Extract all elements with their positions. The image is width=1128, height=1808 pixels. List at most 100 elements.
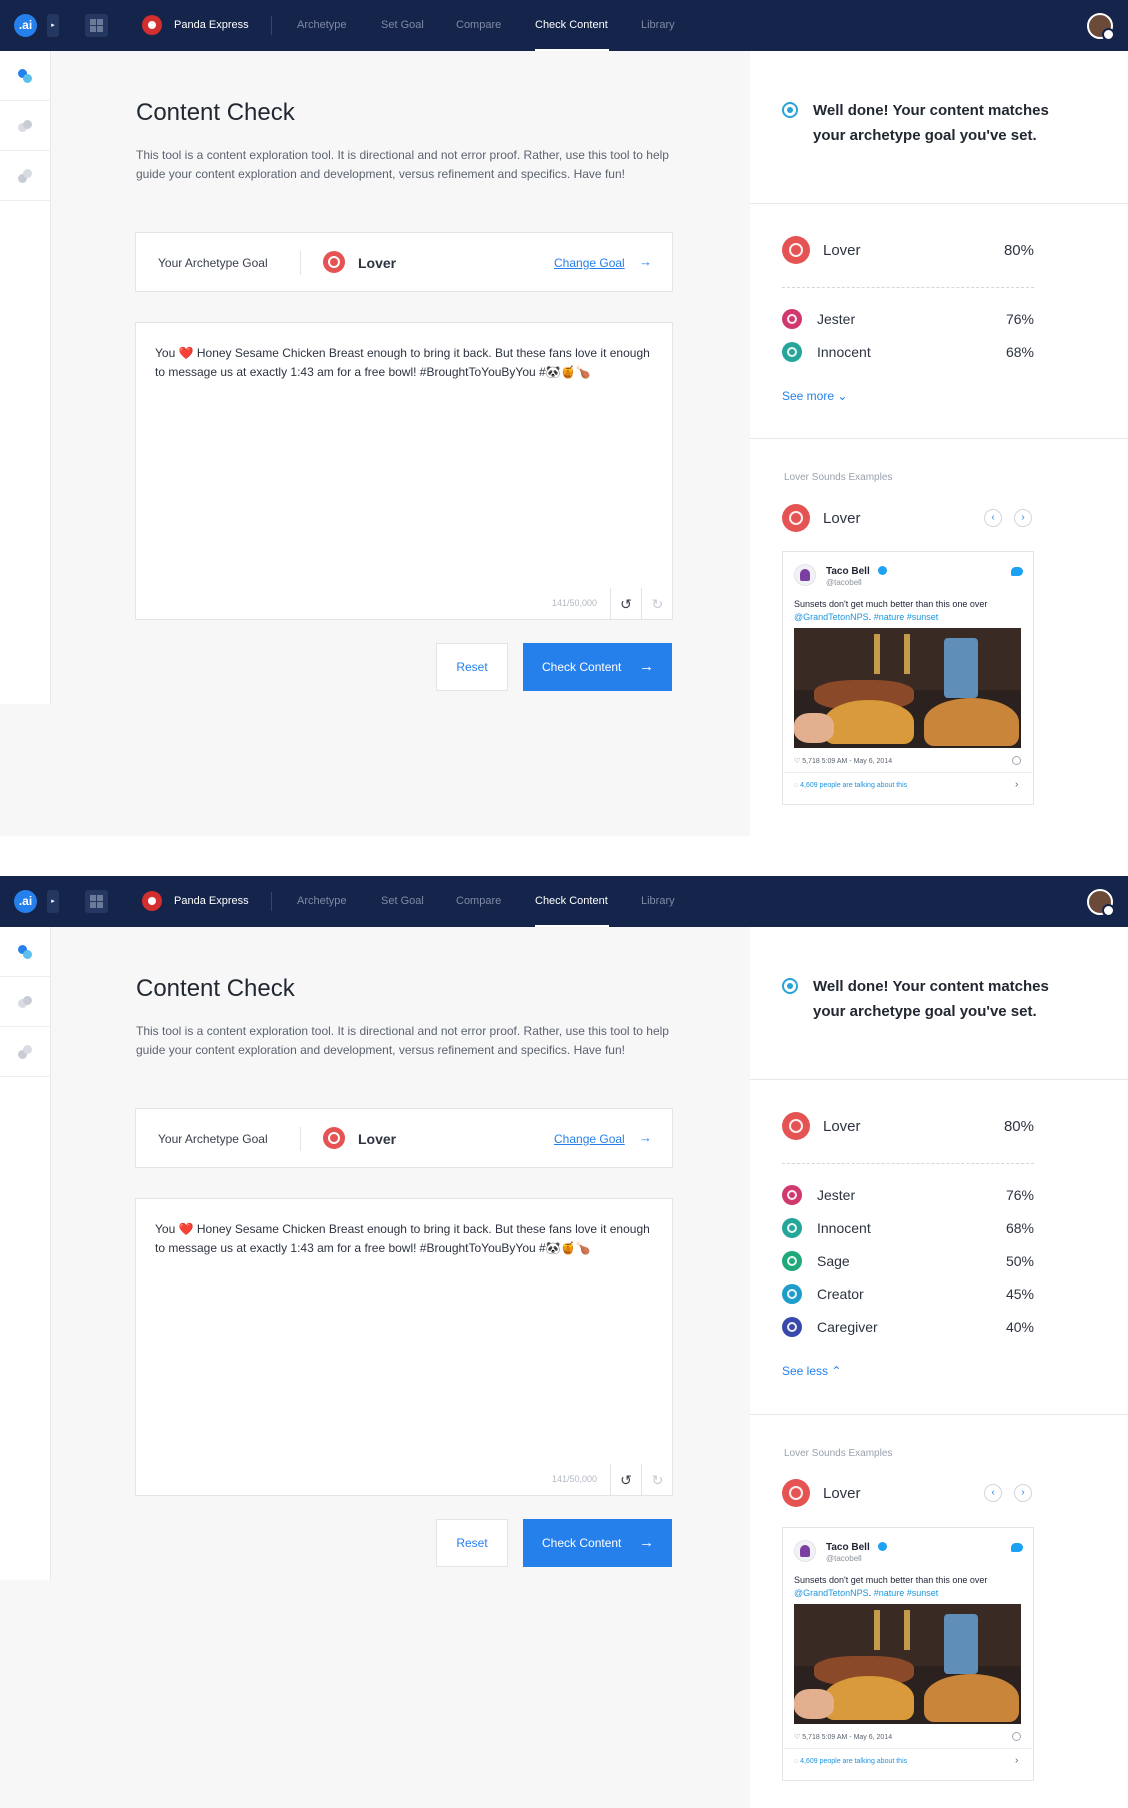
tweet-talking[interactable]: ◌ 4,609 people are talking about this xyxy=(794,782,907,789)
redo-icon[interactable]: ↻ xyxy=(641,1464,673,1496)
tweet-talking-label: 4,609 people are talking about this xyxy=(800,782,908,789)
check-content-button[interactable]: Check Content → xyxy=(523,1519,672,1567)
rail-item-compare[interactable] xyxy=(0,101,51,151)
lover-icon xyxy=(323,251,345,273)
see-more-link[interactable]: See more ⌄ xyxy=(782,389,847,403)
rail-item-library[interactable] xyxy=(0,151,51,201)
lover-icon xyxy=(782,236,810,264)
target-icon xyxy=(782,978,798,994)
logo-icon[interactable]: .ai xyxy=(14,890,37,913)
check-content-label: Check Content xyxy=(542,1536,622,1550)
chevron-right-icon[interactable]: › xyxy=(1014,509,1032,527)
grid-icon[interactable] xyxy=(85,890,108,913)
verified-icon xyxy=(878,1542,887,1551)
avatar[interactable] xyxy=(1087,889,1115,917)
grid-icon[interactable] xyxy=(85,14,108,37)
score-value-caregiver: 40% xyxy=(1005,1319,1034,1335)
logo-icon[interactable]: .ai xyxy=(14,14,37,37)
arrow-right-icon[interactable]: → xyxy=(639,254,652,269)
arrow-right-icon[interactable]: → xyxy=(639,1130,652,1145)
goal-name: Lover xyxy=(358,255,397,271)
nav-compare[interactable]: Compare xyxy=(456,19,501,31)
nav-check-content[interactable]: Check Content xyxy=(535,895,608,907)
nav-archetype[interactable]: Archetype xyxy=(297,895,347,907)
nav-library[interactable]: Library xyxy=(641,895,675,907)
arrow-right-icon: → xyxy=(639,1534,654,1551)
redo-icon[interactable]: ↻ xyxy=(641,588,673,620)
target-icon xyxy=(782,102,798,118)
score-divider xyxy=(782,1163,1034,1164)
twitter-bird-icon xyxy=(1011,1543,1023,1552)
score-name-caregiver: Caregiver xyxy=(817,1319,878,1335)
verified-icon xyxy=(878,566,887,575)
tweet-meta: ♡ 5,718 5:09 AM - May 6, 2014 xyxy=(794,758,893,765)
tweet-hashtags[interactable]: #nature #sunset xyxy=(874,612,939,622)
brand-name[interactable]: Panda Express xyxy=(174,19,249,31)
tweet-handle: @tacobell xyxy=(826,1554,862,1563)
chevron-right-icon[interactable]: › xyxy=(1015,779,1018,790)
tweet-mention[interactable]: @GrandTetonNPS xyxy=(794,1588,869,1598)
lover-icon xyxy=(782,1112,810,1140)
content-text[interactable]: You ❤️ Honey Sesame Chicken Breast enoug… xyxy=(155,1220,655,1258)
brand-name[interactable]: Panda Express xyxy=(174,895,249,907)
lover-icon xyxy=(323,1127,345,1149)
nav-active-indicator xyxy=(535,925,609,927)
change-goal-link[interactable]: Change Goal xyxy=(554,1132,625,1146)
jester-icon xyxy=(782,309,802,329)
panel-divider xyxy=(750,1079,1128,1080)
logo-menu-button[interactable]: ▸ xyxy=(47,14,59,37)
content-textarea[interactable]: You ❤️ Honey Sesame Chicken Breast enoug… xyxy=(135,322,673,620)
score-name-top: Lover xyxy=(823,242,861,259)
tweet-image xyxy=(794,1604,1021,1724)
avatar[interactable] xyxy=(1087,13,1115,41)
example-tweet-card[interactable]: Taco Bell @tacobell Sunsets don't get mu… xyxy=(782,1527,1034,1781)
content-text[interactable]: You ❤️ Honey Sesame Chicken Breast enoug… xyxy=(155,344,655,382)
nav-archetype[interactable]: Archetype xyxy=(297,19,347,31)
content-textarea[interactable]: You ❤️ Honey Sesame Chicken Breast enoug… xyxy=(135,1198,673,1496)
logo-menu-button[interactable]: ▸ xyxy=(47,890,59,913)
tweet-avatar xyxy=(794,564,816,586)
chevron-left-icon[interactable]: ‹ xyxy=(984,1484,1002,1502)
info-icon[interactable] xyxy=(1012,1732,1021,1741)
example-tweet-card[interactable]: Taco Bell @tacobell Sunsets don't get mu… xyxy=(782,551,1034,805)
well-done-message: Well done! Your content matches your arc… xyxy=(813,102,1049,144)
reset-button[interactable]: Reset xyxy=(436,1519,508,1567)
rail-item-library[interactable] xyxy=(0,1027,51,1077)
change-goal-link[interactable]: Change Goal xyxy=(554,256,625,270)
rail-item-check[interactable] xyxy=(0,51,51,101)
nav-check-content[interactable]: Check Content xyxy=(535,19,608,31)
page-title: Content Check xyxy=(136,99,295,126)
score-value-top: 80% xyxy=(1003,1118,1034,1135)
nav-set-goal[interactable]: Set Goal xyxy=(381,895,424,907)
nav-set-goal[interactable]: Set Goal xyxy=(381,19,424,31)
rail-item-check[interactable] xyxy=(0,927,51,977)
chevron-right-icon[interactable]: › xyxy=(1014,1484,1032,1502)
reset-button[interactable]: Reset xyxy=(436,643,508,691)
undo-icon[interactable]: ↺ xyxy=(610,588,641,620)
see-less-link[interactable]: See less ⌃ xyxy=(782,1364,841,1378)
tweet-hashtags[interactable]: #nature #sunset xyxy=(874,1588,939,1598)
check-content-label: Check Content xyxy=(542,660,622,674)
chevron-down-icon: ⌄ xyxy=(837,389,848,403)
sage-icon xyxy=(782,1251,802,1271)
score-value-jester: 76% xyxy=(1005,1187,1034,1203)
innocent-icon xyxy=(782,342,802,362)
score-name-creator: Creator xyxy=(817,1286,864,1302)
tweet-talking[interactable]: ◌ 4,609 people are talking about this xyxy=(794,1758,907,1765)
info-icon[interactable] xyxy=(1012,756,1021,765)
tweet-author: Taco Bell xyxy=(826,566,870,577)
undo-icon[interactable]: ↺ xyxy=(610,1464,641,1496)
top-bar: .ai ▸ Panda Express Archetype Set Goal C… xyxy=(0,0,1128,51)
nav-compare[interactable]: Compare xyxy=(456,895,501,907)
goal-label: Your Archetype Goal xyxy=(158,256,268,270)
score-name-jester: Jester xyxy=(817,311,856,327)
rail-item-compare[interactable] xyxy=(0,977,51,1027)
score-name-jester: Jester xyxy=(817,1187,856,1203)
tweet-image xyxy=(794,628,1021,748)
nav-library[interactable]: Library xyxy=(641,19,675,31)
check-content-button[interactable]: Check Content → xyxy=(523,643,672,691)
chevron-left-icon[interactable]: ‹ xyxy=(984,509,1002,527)
tweet-mention[interactable]: @GrandTetonNPS xyxy=(794,612,869,622)
chevron-right-icon[interactable]: › xyxy=(1015,1755,1018,1766)
circles-icon xyxy=(18,169,32,183)
